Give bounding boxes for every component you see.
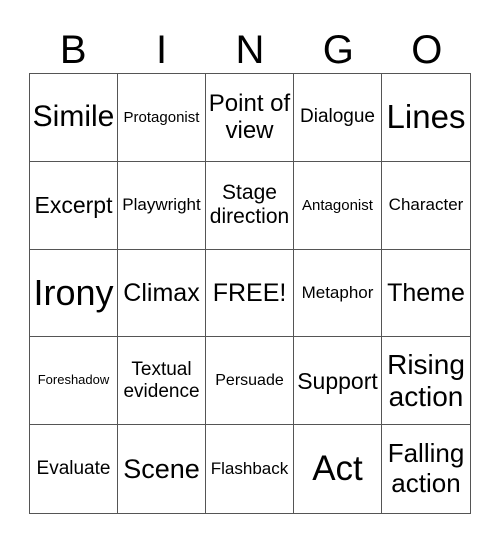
bingo-cell[interactable]: Antagonist <box>294 161 382 250</box>
bingo-cell-label: Dialogue <box>300 106 375 128</box>
bingo-grid: Simile Protagonist Point of view Dialogue Li… <box>29 73 471 514</box>
bingo-cell[interactable]: Dialogue <box>294 74 382 162</box>
bingo-header: B I N G O <box>29 27 471 73</box>
header-letter-o: O <box>411 28 443 72</box>
bingo-cell-label: FREE! <box>212 278 287 307</box>
bingo-cell-label: Textual evidence <box>123 358 200 402</box>
bingo-cell-label: Playwright <box>122 195 201 215</box>
bingo-cell[interactable]: Falling action <box>382 425 470 513</box>
bingo-cell[interactable]: Irony <box>30 249 118 338</box>
bingo-cell[interactable]: Climax <box>118 249 206 338</box>
bingo-cell-label: Point of view <box>208 89 291 145</box>
bingo-cell[interactable]: Playwright <box>118 161 206 250</box>
bingo-cell[interactable]: Evaluate <box>30 425 118 513</box>
bingo-cell[interactable]: Theme <box>382 250 470 338</box>
header-letter-n: N <box>235 28 265 72</box>
bingo-cell-label: Metaphor <box>301 283 374 303</box>
bingo-cell[interactable]: Persuade <box>206 337 294 426</box>
bingo-cell[interactable]: Metaphor <box>294 249 382 338</box>
bingo-cell-label: Scene <box>123 453 200 484</box>
bingo-cell[interactable]: Support <box>294 337 382 426</box>
bingo-cell-label: Foreshadow <box>37 372 110 388</box>
bingo-cell[interactable]: Stage direction <box>206 161 294 250</box>
bingo-cell-label: Excerpt <box>34 191 113 218</box>
bingo-cell-label: Flashback <box>210 459 289 479</box>
bingo-cell[interactable]: Act <box>294 425 382 513</box>
bingo-cell[interactable]: Character <box>382 162 470 250</box>
bingo-cell[interactable]: Point of view <box>206 74 294 162</box>
bingo-cell-label: Evaluate <box>36 458 111 480</box>
bingo-cell-label: Theme <box>387 278 465 307</box>
bingo-cell[interactable]: Scene <box>118 425 206 513</box>
bingo-cell[interactable]: Foreshadow <box>30 337 118 426</box>
header-letter-b: B <box>59 28 87 72</box>
header-letter-i: I <box>156 28 168 72</box>
bingo-cell-label: Support <box>297 367 378 394</box>
bingo-cell[interactable]: Flashback <box>206 425 294 513</box>
bingo-cell-label: Lines <box>386 98 466 136</box>
bingo-cell-label: Persuade <box>215 371 284 389</box>
bingo-cell[interactable]: Excerpt <box>30 161 118 250</box>
bingo-cell-label: Character <box>388 195 464 215</box>
bingo-cell[interactable]: FREE! <box>206 249 294 338</box>
bingo-cell[interactable]: Rising action <box>382 337 470 426</box>
header-letter-g: G <box>322 28 354 72</box>
bingo-cell-label: Climax <box>123 278 200 307</box>
bingo-cell-label: Simile <box>32 100 115 134</box>
bingo-cell-label: Antagonist <box>302 196 373 214</box>
bingo-cell[interactable]: Simile <box>30 74 118 162</box>
bingo-cell-label: Falling action <box>387 438 465 499</box>
bingo-cell-label: Stage direction <box>209 181 290 229</box>
bingo-cell[interactable]: Protagonist <box>118 74 206 162</box>
bingo-cell[interactable]: Lines <box>382 74 470 162</box>
bingo-cell-label: Irony <box>33 272 114 314</box>
bingo-cell-label: Rising action <box>387 348 465 412</box>
bingo-cell-label: Protagonist <box>123 108 200 126</box>
bingo-cell[interactable]: Textual evidence <box>118 337 206 426</box>
bingo-cell-label: Act <box>312 448 363 488</box>
